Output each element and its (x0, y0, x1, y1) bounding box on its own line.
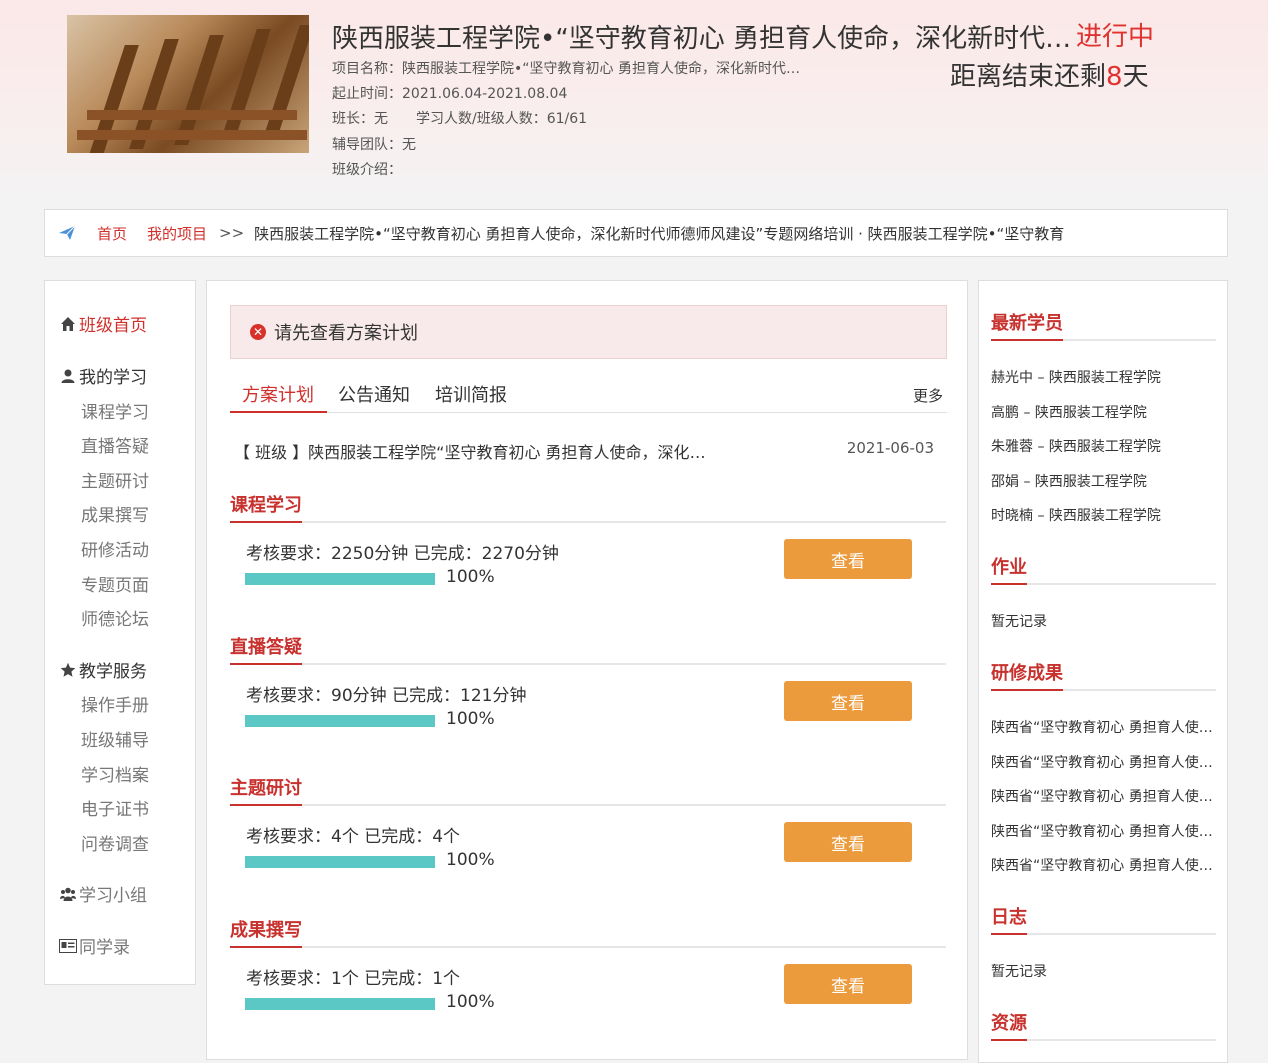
tab-plan[interactable]: 方案计划 (230, 381, 327, 413)
progress-percent: 100% (446, 992, 495, 1012)
main-panel: ✕ 请先查看方案计划 方案计划 公告通知 培训简报 更多 【 班级 】陕西服装工… (206, 280, 968, 1060)
section-topic-discussion: 主题研讨 考核要求：4个 已完成：4个 100% 查看 (230, 774, 946, 870)
sidebar-item-live-qa[interactable]: 直播答疑 (81, 432, 149, 457)
journal-title: 日志 (991, 903, 1027, 935)
star-icon (59, 661, 77, 679)
group-icon (59, 885, 77, 903)
breadcrumb: 首页 我的项目 >> 陕西服装工程学院•“坚守教育初心 勇担育人使命，深化新时代… (44, 209, 1228, 257)
project-monitor: 班长：无 学习人数/班级人数：61/61 (332, 111, 588, 127)
alert-banner: ✕ 请先查看方案计划 (230, 305, 947, 359)
result-item[interactable]: 陕西省“坚守教育初心 勇担育人使命”师德师风建设研修成果 (991, 821, 1221, 841)
class-cover-image (67, 15, 309, 153)
sidebar: 班级首页 我的学习 课程学习 直播答疑 主题研讨 成果撰写 研修活动 专题页面 … (44, 280, 196, 985)
section-course-study: 课程学习 考核要求：2250分钟 已完成：2270分钟 100% 查看 (230, 491, 946, 587)
resources-title: 资源 (991, 1009, 1027, 1041)
homework-title: 作业 (991, 553, 1027, 585)
sidebar-item-results-writing[interactable]: 成果撰写 (81, 501, 149, 526)
project-intro: 班级介绍： (332, 162, 402, 178)
right-panel: 最新学员 赫光中 – 陕西服装工程学院 高鹏 – 陕西服装工程学院 朱雅蓉 – … (978, 280, 1228, 1063)
sidebar-item-research-activity[interactable]: 研修活动 (81, 536, 149, 561)
sidebar-item-certificate[interactable]: 电子证书 (81, 795, 149, 820)
paper-plane-icon (57, 223, 77, 243)
requirement-text: 考核要求：1个 已完成：1个 (246, 969, 461, 989)
sidebar-item-course-study[interactable]: 课程学习 (81, 398, 149, 423)
view-button[interactable]: 查看 (784, 539, 912, 579)
sidebar-item-class-home[interactable]: 班级首页 (59, 311, 147, 336)
project-period: 起止时间：2021.06.04-2021.08.04 (332, 86, 568, 102)
student-item[interactable]: 时晓楠 – 陕西服装工程学院 (991, 505, 1221, 525)
progress-percent: 100% (446, 709, 495, 729)
status-badge: 进行中 (1076, 22, 1155, 52)
tab-announcements[interactable]: 公告通知 (338, 381, 410, 413)
section-live-qa: 直播答疑 考核要求：90分钟 已完成：121分钟 100% 查看 (230, 633, 946, 729)
progress-bar (245, 573, 435, 585)
view-button[interactable]: 查看 (784, 964, 912, 1004)
notice-item[interactable]: 【 班级 】陕西服装工程学院“坚守教育初心 勇担育人使命，深化新时代师德师风建设… (234, 439, 934, 463)
journal-empty: 暂无记录 (991, 964, 1047, 980)
sidebar-item-survey[interactable]: 问卷调查 (81, 830, 149, 855)
new-students-title: 最新学员 (991, 309, 1063, 341)
sidebar-item-topic-discussion[interactable]: 主题研讨 (81, 467, 149, 492)
homework-empty: 暂无记录 (991, 614, 1047, 630)
view-button[interactable]: 查看 (784, 822, 912, 862)
progress-percent: 100% (446, 567, 495, 587)
sidebar-item-manual[interactable]: 操作手册 (81, 691, 149, 716)
error-icon: ✕ (250, 324, 266, 340)
requirement-text: 考核要求：90分钟 已完成：121分钟 (246, 686, 527, 706)
student-item[interactable]: 高鹏 – 陕西服装工程学院 (991, 402, 1221, 422)
notice-date: 2021-06-03 (846, 439, 934, 457)
sidebar-item-ethics-forum[interactable]: 师德论坛 (81, 605, 149, 630)
project-title: 陕西服装工程学院•“坚守教育初心 勇担育人使命，深化新时代师德师风建设”专题网络… (332, 24, 1072, 54)
sidebar-group-my-study[interactable]: 我的学习 (59, 363, 147, 388)
breadcrumb-path: 陕西服装工程学院•“坚守教育初心 勇担育人使命，深化新时代师德师风建设”专题网络… (254, 224, 1065, 243)
student-item[interactable]: 邵娟 – 陕西服装工程学院 (991, 471, 1221, 491)
project-name: 项目名称：陕西服装工程学院•“坚守教育初心 勇担育人使命，深化新时代… (332, 61, 800, 77)
sidebar-item-classmates[interactable]: 同学录 (59, 933, 130, 958)
section-title: 课程学习 (230, 491, 302, 523)
student-item[interactable]: 朱雅蓉 – 陕西服装工程学院 (991, 436, 1221, 456)
remaining-days: 距离结束还剩8天 (950, 62, 1149, 92)
progress-bar (245, 715, 435, 727)
section-title: 直播答疑 (230, 633, 302, 665)
project-team: 辅导团队：无 (332, 137, 416, 153)
more-link[interactable]: 更多 (913, 385, 943, 406)
section-title: 成果撰写 (230, 916, 302, 948)
sidebar-item-topic-page[interactable]: 专题页面 (81, 571, 149, 596)
result-item[interactable]: 陕西省“坚守教育初心 勇担育人使命”师德师风建设研修成果 (991, 786, 1221, 806)
tab-bar: 方案计划 公告通知 培训简报 更多 (230, 381, 947, 413)
breadcrumb-my-projects[interactable]: 我的项目 (147, 223, 207, 244)
progress-bar (245, 998, 435, 1010)
id-card-icon (59, 937, 77, 955)
progress-bar (245, 856, 435, 868)
breadcrumb-home[interactable]: 首页 (97, 223, 127, 244)
result-item[interactable]: 陕西省“坚守教育初心 勇担育人使命”师德师风建设研修成果 (991, 752, 1221, 772)
notice-title[interactable]: 【 班级 】陕西服装工程学院“坚守教育初心 勇担育人使命，深化新时代师德师风建设… (234, 439, 714, 463)
requirement-text: 考核要求：2250分钟 已完成：2270分钟 (246, 544, 559, 564)
view-button[interactable]: 查看 (784, 681, 912, 721)
sidebar-item-study-group[interactable]: 学习小组 (59, 881, 147, 906)
breadcrumb-separator: >> (219, 224, 245, 242)
progress-percent: 100% (446, 850, 495, 870)
section-title: 主题研讨 (230, 774, 302, 806)
result-item[interactable]: 陕西省“坚守教育初心 勇担育人使命”师德师风建设研修成果 (991, 855, 1221, 875)
section-results-writing: 成果撰写 考核要求：1个 已完成：1个 100% 查看 (230, 916, 946, 1012)
sidebar-item-class-tutoring[interactable]: 班级辅导 (81, 726, 149, 751)
result-item[interactable]: 陕西省“坚守教育初心 勇担育人使命”师德师风建设研修成果 (991, 717, 1221, 737)
sidebar-item-study-archive[interactable]: 学习档案 (81, 761, 149, 786)
home-icon (59, 315, 77, 333)
tab-briefings[interactable]: 培训简报 (435, 381, 507, 413)
alert-text: 请先查看方案计划 (274, 323, 418, 344)
user-icon (59, 367, 77, 385)
student-item[interactable]: 赫光中 – 陕西服装工程学院 (991, 367, 1221, 387)
results-title: 研修成果 (991, 659, 1063, 691)
sidebar-group-teaching-service[interactable]: 教学服务 (59, 657, 147, 682)
requirement-text: 考核要求：4个 已完成：4个 (246, 827, 461, 847)
